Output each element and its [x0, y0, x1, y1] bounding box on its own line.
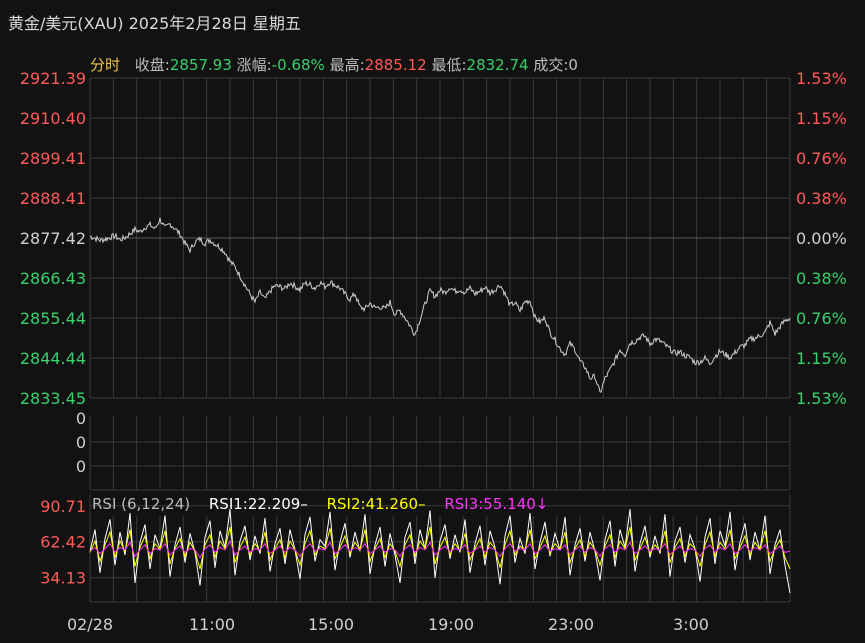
x-tick-label: 3:00	[673, 615, 709, 634]
rsi-legend: RSI (6,12,24) RSI1:22.209– RSI2:41.260– …	[92, 495, 562, 513]
price-y-tick-label: 2888.41	[20, 189, 86, 208]
chart-grid	[89, 77, 791, 603]
rsi2-legend: RSI2:41.260–	[326, 495, 426, 513]
x-tick-label: 23:00	[548, 615, 594, 634]
rsi-y-tick-label: 34.13	[40, 569, 86, 588]
price-y-tick-label: 2910.40	[20, 109, 86, 128]
volume-y-tick-label: 0	[76, 433, 86, 452]
percent-y-tick-label: 0.38%	[796, 269, 847, 288]
x-tick-label: 15:00	[308, 615, 354, 634]
price-y-tick-label: 2921.39	[20, 69, 86, 88]
rsi1-legend: RSI1:22.209–	[208, 495, 308, 513]
rsi-y-tick-label: 62.42	[40, 533, 86, 552]
percent-y-tick-label: 1.53%	[796, 69, 847, 88]
rsi-y-tick-label: 90.71	[40, 497, 86, 516]
price-y-tick-label: 2866.43	[20, 269, 86, 288]
price-y-tick-label: 2855.44	[20, 309, 86, 328]
x-tick-label: 02/28	[67, 615, 113, 634]
x-tick-label: 19:00	[428, 615, 474, 634]
price-y-tick-label: 2877.42	[20, 229, 86, 248]
percent-y-tick-label: 1.15%	[796, 349, 847, 368]
price-y-tick-label: 2833.45	[20, 389, 86, 408]
rsi3-legend: RSI3:55.140↓	[444, 495, 549, 513]
x-tick-label: 11:00	[189, 615, 235, 634]
volume-y-tick-label: 0	[76, 409, 86, 428]
percent-y-tick-label: 0.76%	[796, 309, 847, 328]
percent-y-tick-label: 0.38%	[796, 189, 847, 208]
rsi-legend-title: RSI (6,12,24)	[92, 495, 191, 513]
price-y-tick-label: 2844.44	[20, 349, 86, 368]
price-chart[interactable]: 2921.39 1.53% 2910.40 1.15% 2899.41 0.76% 2888…	[0, 0, 865, 643]
volume-y-tick-label: 0	[76, 457, 86, 476]
percent-y-tick-label: 0.00%	[796, 229, 847, 248]
percent-y-tick-label: 1.53%	[796, 389, 847, 408]
percent-y-tick-label: 0.76%	[796, 149, 847, 168]
percent-y-tick-label: 1.15%	[796, 109, 847, 128]
price-y-tick-label: 2899.41	[20, 149, 86, 168]
